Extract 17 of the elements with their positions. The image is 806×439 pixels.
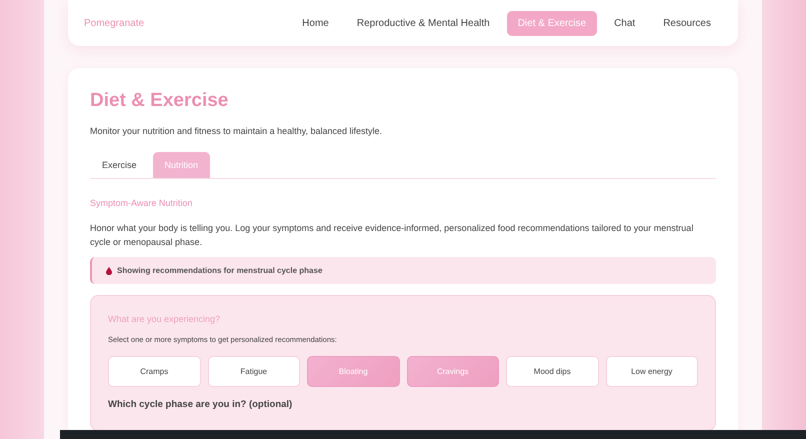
notice-text: Showing recommendations for menstrual cycle phase	[117, 266, 322, 275]
nav-link[interactable]: Reproductive & Mental Health	[346, 10, 501, 36]
phase-question: Which cycle phase are you in? (optional)	[108, 399, 294, 410]
symptom-toggle[interactable]: Mood dips	[506, 356, 598, 387]
nav-link[interactable]: Home	[291, 10, 340, 36]
nav-link[interactable]: Resources	[652, 10, 722, 36]
page-title: Diet & Exercise	[90, 90, 230, 112]
tab[interactable]: Exercise	[90, 152, 149, 178]
section-title: Symptom-Aware Nutrition	[90, 198, 194, 208]
symptom-toggle[interactable]: Fatigue	[208, 356, 300, 387]
panel-title: What are you experiencing?	[108, 314, 222, 324]
symptom-toggle[interactable]: Low energy	[606, 356, 698, 387]
intro-text: Honor what your body is telling you. Log your symptoms and receive evidence-informed, personalized food recommendations tailored to your menstrual cycle or menopausal phase.	[90, 222, 694, 249]
nav-link[interactable]: Chat	[603, 10, 646, 36]
symptom-toggle[interactable]: Cramps	[108, 356, 200, 387]
drop-icon	[106, 266, 112, 274]
page-subtitle: Monitor your nutrition and fitness to maintain a healthy, balanced lifestyle.	[90, 126, 383, 136]
